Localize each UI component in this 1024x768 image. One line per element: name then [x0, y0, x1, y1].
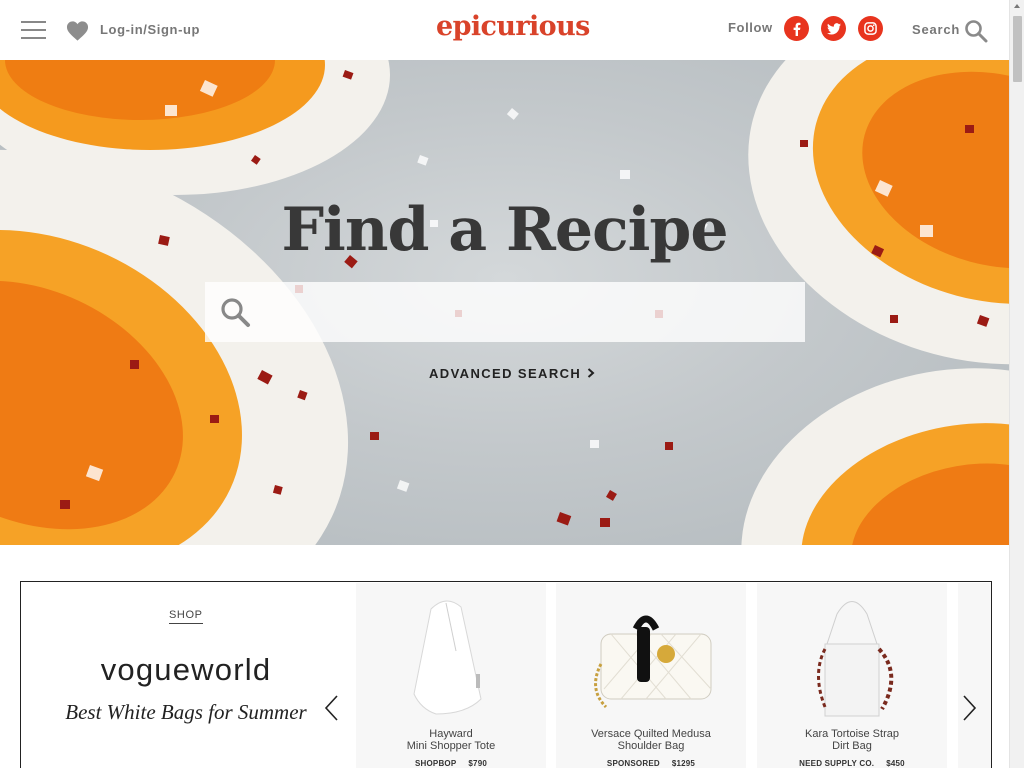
scrollbar-thumb[interactable]	[1013, 16, 1022, 82]
product-meta: SHOPBOP $790	[356, 759, 546, 768]
follow-label: Follow	[728, 20, 773, 35]
product-meta: NEED SUPPLY CO. $450	[757, 759, 947, 768]
product-seller: NEED SUPPLY CO.	[799, 759, 875, 768]
vogueworld-brand[interactable]: vogueworld	[21, 652, 351, 688]
product-card[interactable]: Versace Quilted Medusa Shoulder Bag SPON…	[556, 583, 746, 768]
product-card[interactable]: Hayward Mini Shopper Tote SHOPBOP $790	[356, 583, 546, 768]
hero-title: Find a Recipe	[281, 195, 728, 265]
product-name: Kara Tortoise Strap Dirt Bag	[805, 728, 899, 752]
twitter-icon[interactable]	[821, 16, 846, 41]
shop-subtitle[interactable]: Best White Bags for Summer	[21, 700, 351, 725]
login-signup-link[interactable]: Log-in/Sign-up	[100, 22, 200, 37]
product-card-partial[interactable]	[958, 583, 991, 768]
advanced-search-link[interactable]: ADVANCED SEARCH	[429, 366, 595, 381]
advanced-search-label[interactable]: ADVANCED SEARCH	[429, 366, 581, 381]
product-seller: SHOPBOP	[414, 759, 457, 768]
instagram-icon[interactable]	[858, 16, 883, 41]
site-header: Log-in/Sign-up epicurious Follow Search	[0, 0, 1009, 60]
shop-module: SHOP vogueworld Best White Bags for Summ…	[20, 581, 992, 768]
search-icon[interactable]	[964, 19, 988, 43]
product-name: Versace Quilted Medusa Shoulder Bag	[591, 728, 711, 752]
recipe-search-box[interactable]	[205, 282, 805, 342]
chevron-right-icon[interactable]	[959, 693, 979, 723]
product-name: Hayward Mini Shopper Tote	[406, 728, 496, 752]
product-seller: SPONSORED	[606, 759, 660, 768]
header-search-label[interactable]: Search	[912, 22, 960, 37]
product-price: $1295	[671, 759, 696, 768]
product-price: $790	[468, 759, 488, 768]
product-meta: SPONSORED $1295	[556, 759, 746, 768]
chevron-left-icon[interactable]	[322, 693, 342, 723]
heart-icon[interactable]	[66, 20, 89, 42]
site-logo[interactable]: epicurious	[436, 11, 590, 42]
menu-icon[interactable]	[21, 21, 46, 39]
facebook-icon[interactable]	[784, 16, 809, 41]
product-image-dirt-bag	[817, 601, 894, 717]
search-icon	[221, 298, 250, 327]
product-card[interactable]: Kara Tortoise Strap Dirt Bag NEED SUPPLY…	[757, 583, 947, 768]
page-scrollbar[interactable]	[1009, 0, 1024, 768]
product-image-tote	[413, 600, 482, 715]
scroll-up-icon[interactable]	[1014, 4, 1020, 8]
product-price: $450	[886, 759, 905, 768]
product-image-shoulder-bag	[594, 615, 712, 709]
shop-label[interactable]: SHOP	[169, 609, 203, 624]
hero-section: Find a Recipe ADVANCED SEARCH	[0, 60, 1009, 545]
chevron-right-icon	[587, 366, 595, 381]
recipe-search-input[interactable]	[265, 282, 795, 342]
